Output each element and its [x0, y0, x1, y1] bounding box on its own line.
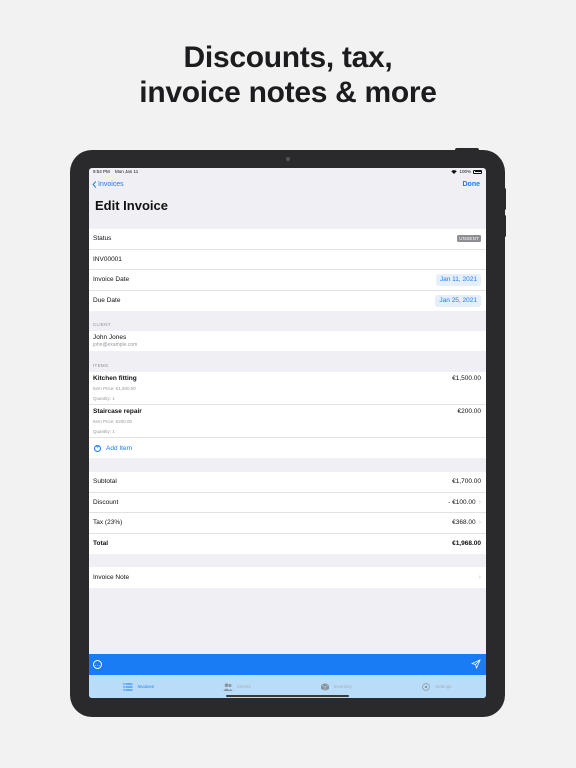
subtotal-value: €1,700.00 [452, 478, 481, 486]
total-value: €1,968.00 [452, 540, 481, 548]
tax-row[interactable]: Tax (23%) €368.00 › [89, 513, 486, 534]
items-section: Kitchen fitting Item Price: €1,500.00 Qu… [89, 372, 486, 458]
invoice-date-row: Invoice Date Jan 11, 2021 [89, 270, 486, 291]
discount-value: - €100.00 [448, 498, 476, 506]
client-email: john@example.com [93, 342, 138, 348]
item-total: €200.00 [457, 408, 482, 415]
tax-label: Tax (23%) [93, 519, 123, 527]
total-label: Total [93, 540, 109, 548]
done-button[interactable]: Done [463, 181, 481, 188]
invoice-date-picker[interactable]: Jan 11, 2021 [435, 273, 481, 286]
invoice-note-row[interactable]: Invoice Note › [89, 567, 486, 588]
item-quantity: Quantity: 1 [93, 396, 115, 401]
due-date-row: Due Date Jan 25, 2021 [89, 290, 486, 311]
back-button[interactable]: Invoices [92, 181, 124, 188]
tab-clients[interactable]: Clients [223, 682, 251, 691]
battery-percent: 100% [459, 169, 471, 174]
due-date-picker[interactable]: Jan 25, 2021 [435, 294, 481, 307]
people-icon [223, 682, 233, 691]
details-section: Status UNSENT INV00001 Invoice Date Jan … [89, 229, 486, 311]
chevron-left-icon [92, 181, 97, 188]
camera-icon [286, 157, 290, 161]
tab-label: Clients [236, 684, 251, 689]
battery-icon [473, 169, 482, 174]
tab-invoices[interactable]: Invoices [123, 682, 154, 691]
nav-bar: Invoices Done [89, 180, 486, 192]
tab-label: Settings [435, 684, 452, 689]
invoice-date-label: Invoice Date [93, 276, 130, 284]
item-quantity: Quantity: 1 [93, 429, 115, 434]
status-row[interactable]: Status UNSENT [89, 229, 486, 250]
subtotal-row: Subtotal €1,700.00 [89, 472, 486, 493]
status-date: Mon Jan 11 [115, 169, 139, 174]
status-badge: UNSENT [457, 235, 481, 243]
item-name: Staircase repair [93, 408, 142, 415]
marketing-headline: Discounts, tax, invoice notes & more [0, 40, 576, 110]
tax-value: €368.00 [452, 519, 476, 527]
client-row[interactable]: John Jones john@example.com [89, 331, 486, 351]
item-name: Kitchen fitting [93, 375, 137, 382]
tab-label: Invoices [137, 684, 154, 689]
item-total: €1,500.00 [452, 375, 481, 382]
more-options-icon[interactable]: … [93, 660, 102, 669]
discount-label: Discount [93, 498, 119, 506]
add-item-label: Add Item [106, 444, 133, 452]
wifi-icon [451, 169, 458, 174]
tab-settings[interactable]: Settings [421, 682, 452, 691]
headline-line-1: Discounts, tax, [183, 41, 393, 74]
list-item[interactable]: Staircase repair Item Price: €200.00 Qua… [89, 405, 486, 438]
due-date-label: Due Date [93, 297, 121, 305]
chevron-right-icon: › [478, 519, 481, 527]
gear-icon [422, 682, 430, 691]
box-icon [320, 682, 329, 691]
invoice-number-row[interactable]: INV00001 [89, 249, 486, 270]
client-section: John Jones john@example.com [89, 331, 486, 351]
chevron-right-icon: › [478, 573, 481, 581]
plus-circle-icon: + [94, 444, 101, 452]
invoice-number: INV00001 [93, 255, 122, 263]
chevron-right-icon: › [478, 498, 481, 506]
tab-label: Inventory [333, 684, 353, 689]
app-screen: 9:54 PM Mon Jan 11 100% Invoices Done Ed… [89, 168, 486, 698]
send-icon[interactable] [471, 659, 481, 669]
tab-inventory[interactable]: Inventory [320, 682, 353, 691]
note-section: Invoice Note › [89, 567, 486, 588]
list-icon [123, 682, 133, 691]
back-label: Invoices [98, 181, 124, 188]
totals-section: Subtotal €1,700.00 Discount - €100.00 › … [89, 472, 486, 554]
page-title: Edit Invoice [95, 198, 168, 213]
status-bar: 9:54 PM Mon Jan 11 100% [89, 168, 486, 178]
item-price: Item Price: €200.00 [93, 419, 133, 424]
item-price: Item Price: €1,500.00 [93, 386, 136, 391]
action-toolbar: … [89, 654, 486, 675]
status-time: 9:54 PM [93, 169, 110, 174]
list-item[interactable]: Kitchen fitting Item Price: €1,500.00 Qu… [89, 372, 486, 405]
add-item-button[interactable]: + Add Item [89, 438, 486, 458]
status-label: Status [93, 235, 112, 243]
client-section-label: CLIENT [93, 322, 111, 327]
home-indicator [226, 695, 349, 697]
subtotal-label: Subtotal [93, 478, 117, 486]
invoice-note-label: Invoice Note [93, 573, 130, 581]
discount-row[interactable]: Discount - €100.00 › [89, 492, 486, 513]
total-row: Total €1,968.00 [89, 533, 486, 554]
items-section-label: ITEMS [93, 363, 109, 368]
headline-line-2: invoice notes & more [139, 76, 437, 109]
client-name: John Jones [93, 334, 127, 341]
